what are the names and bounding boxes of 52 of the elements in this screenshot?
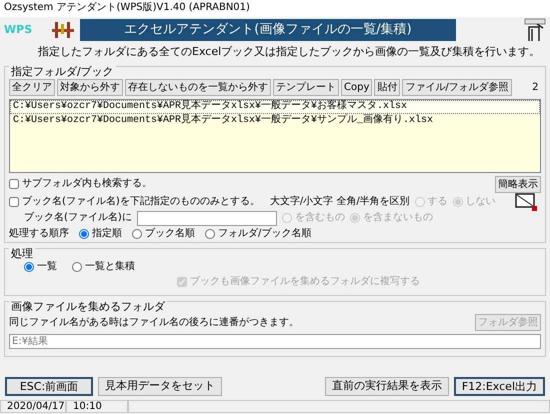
checkbox-label: ブックも画像ファイルを集めるフォルダに複写する — [190, 276, 420, 288]
group-label: 指定フォルダ/ブック — [9, 65, 116, 79]
checkbox[interactable] — [9, 196, 19, 206]
toolbar-button[interactable]: 存在しないものを一覧から外す — [125, 79, 271, 96]
order-label: 処理する順序 — [9, 228, 69, 240]
checkbox-label: ブック名(ファイル名)を下記指定のもののみとする。 — [22, 196, 260, 208]
action-button[interactable]: F12:Excel出力 — [454, 376, 545, 396]
folder-path-field[interactable]: E:¥結果 — [9, 334, 541, 348]
banner-title: エクセルアテンダント(画像ファイルの一覧/集積) — [80, 19, 456, 41]
file-path-row[interactable]: C:¥Users¥ozcr7¥Documents¥APR見本データxlsx¥一般データ¥サンプル_画像有り.xlsx — [10, 114, 540, 128]
field-label: ブック名(ファイル名)に — [24, 212, 132, 224]
toolbar-button[interactable]: テンプレート — [273, 79, 339, 96]
radio-label: を含まないもの — [362, 212, 433, 224]
radio-label: する — [428, 196, 448, 208]
radio-label: 指定順 — [92, 228, 122, 240]
checkbox[interactable] — [9, 179, 19, 189]
case-label: 大文字/小文字 全角/半角を区別 — [270, 196, 410, 208]
status-cell: 10:10 — [66, 400, 128, 412]
toolbar-button[interactable]: Copy — [341, 79, 372, 96]
resize-window-icon[interactable] — [515, 192, 537, 210]
logo: WPS — [4, 23, 34, 37]
radio-label: しない — [466, 196, 496, 208]
action-button[interactable]: 見本用データをセット — [98, 376, 222, 396]
action-button[interactable]: ESC:前画面 — [5, 376, 93, 396]
radio-button[interactable] — [72, 262, 82, 272]
radio-label: ブック名順 — [145, 228, 195, 240]
checkbox-label: サブフォルダ内も検索する。 — [22, 178, 152, 190]
radio-button[interactable] — [132, 229, 142, 239]
file-path-row[interactable]: C:¥Users¥ozcr7¥Documents¥APR見本データxlsx¥一般データ¥お客様マスタ.xlsx — [10, 100, 540, 114]
toolbar-button[interactable]: 貼付 — [374, 79, 400, 96]
action-button[interactable]: 直前の実行結果を表示 — [324, 376, 449, 396]
group-label: 画像ファイルを集めるフォルダ — [9, 300, 167, 314]
radio-button[interactable] — [24, 262, 34, 272]
name-filter-field[interactable] — [136, 210, 277, 226]
toolbar-button[interactable]: ファイル/フォルダ参照 — [402, 79, 512, 96]
toolbar-button[interactable]: 対象から外す — [57, 79, 123, 96]
exit-door-icon[interactable] — [524, 18, 546, 42]
count-text: 2 — [532, 82, 538, 94]
radio-label: を含むもの — [294, 212, 345, 224]
radio-label: 一覧 — [37, 261, 57, 273]
group-label: 処理 — [9, 247, 35, 261]
radio-button[interactable] — [79, 229, 89, 239]
radio-button[interactable] — [205, 229, 215, 239]
note-text: 同じファイル名がある時はファイル名の後ろに連番がつきます。 — [9, 316, 299, 328]
description-text: 指定したフォルダにある全てのExcelブック又は指定したブックから画像の一覧及び集積を行います。 — [37, 44, 542, 60]
bars-icon — [52, 20, 74, 40]
window-title: Ozsystem アテンダント(WPS版)V1.40 (APRABN01) — [0, 0, 550, 17]
radio-label: フォルダ/ブック名順 — [218, 228, 312, 240]
status-cell: 2020/04/17 — [0, 400, 66, 412]
toolbar-button[interactable]: 全クリア — [9, 79, 55, 96]
brief-view-button[interactable]: 簡略表示 — [495, 176, 541, 192]
radio-label: 一覧と集積 — [85, 261, 135, 273]
